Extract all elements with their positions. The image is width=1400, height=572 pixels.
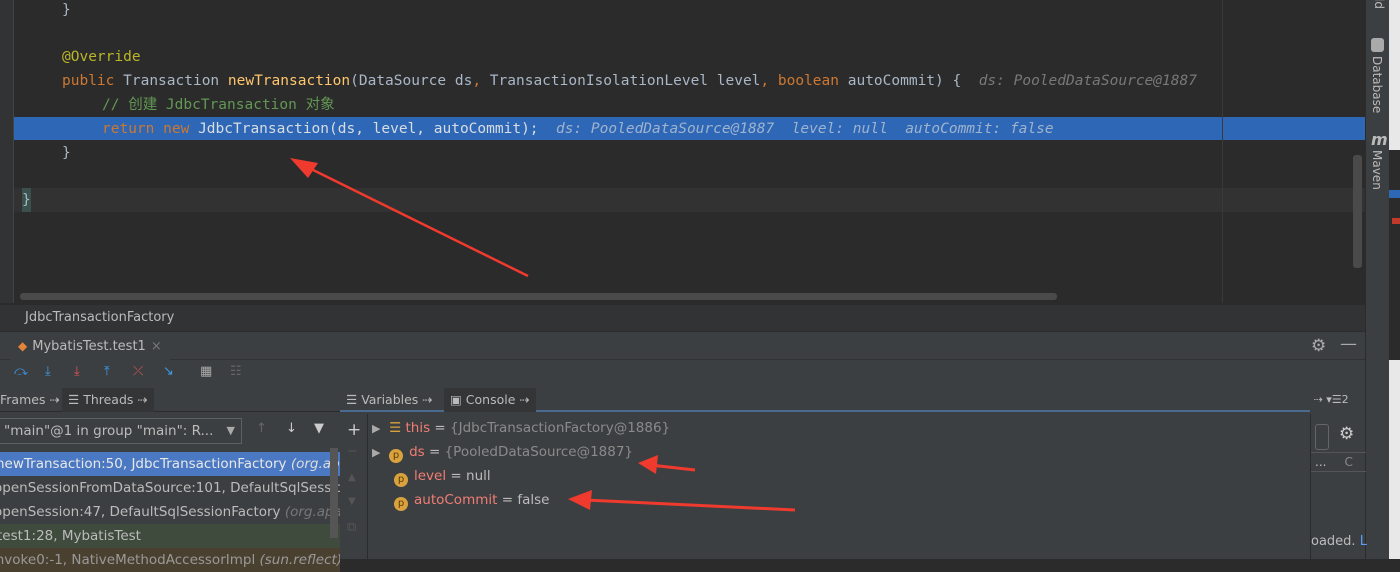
annotation-arrow-head xyxy=(568,490,592,510)
annotation-arrow-head xyxy=(290,158,318,178)
annotation-arrow-head xyxy=(638,455,658,474)
annotation-arrows xyxy=(290,158,796,512)
annotation-arrow xyxy=(584,498,796,512)
annotation-arrow xyxy=(304,164,529,278)
